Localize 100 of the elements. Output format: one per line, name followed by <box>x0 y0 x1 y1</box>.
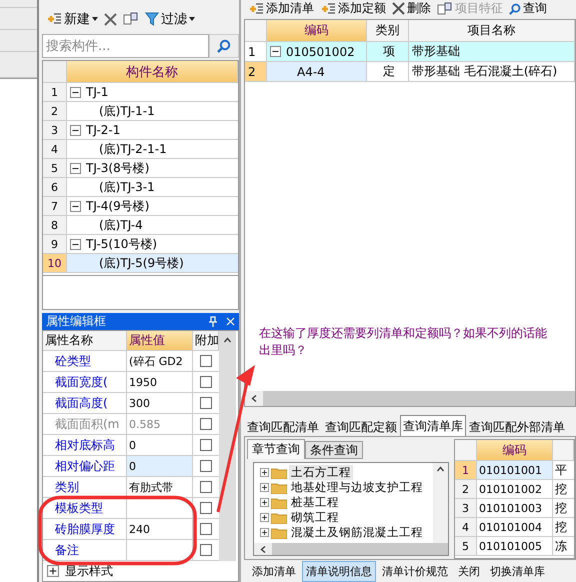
collapse-icon[interactable] <box>70 200 81 212</box>
toolbar-button[interactable]: 添加清单 <box>248 0 314 17</box>
bottom-button[interactable]: 清单计价规范 <box>378 561 452 582</box>
expand-icon[interactable] <box>260 513 269 522</box>
tree-item[interactable]: (底)TJ-2-1-1 <box>99 140 167 158</box>
scroll-up-icon[interactable] <box>437 466 444 473</box>
name-cell-text: 挖 <box>554 500 568 516</box>
close-icon[interactable] <box>226 317 235 326</box>
toolbar-button[interactable]: 删除 <box>392 0 431 17</box>
delete-icon <box>104 12 117 26</box>
row-number: 4 <box>43 140 67 158</box>
property-value[interactable] <box>127 540 193 561</box>
checkbox[interactable] <box>200 397 212 409</box>
checkbox[interactable] <box>200 502 212 514</box>
property-value[interactable]: 有肋式带 <box>127 477 193 498</box>
row-number: 3 <box>455 499 477 517</box>
column-header: 附加 <box>193 331 219 351</box>
tab[interactable]: 查询清单库 <box>400 415 466 436</box>
tab[interactable]: 查询匹配外部清单 <box>466 417 568 436</box>
filter-button[interactable]: 过滤 <box>145 10 195 28</box>
property-value[interactable]: 1950 <box>127 372 193 393</box>
bottom-button[interactable]: 切换清单库 <box>486 561 549 582</box>
copy-icon <box>123 12 139 26</box>
property-value[interactable]: (碎石 GD2 <box>127 351 193 372</box>
column-header: 项目名称 <box>409 20 575 41</box>
property-value[interactable]: 300 <box>127 393 193 414</box>
code-cell[interactable]: 010101003 <box>477 499 553 517</box>
tree-item[interactable]: (底)TJ-4 <box>99 216 143 234</box>
column-header: 编码 <box>267 20 367 41</box>
add-item-icon <box>320 2 336 16</box>
pin-icon[interactable] <box>208 316 218 327</box>
tree-item[interactable]: 土石方工程 <box>289 465 353 480</box>
checkbox[interactable] <box>200 481 212 493</box>
collapse-icon[interactable] <box>270 46 281 57</box>
tree-item[interactable]: TJ-5(10号楼) <box>86 236 158 252</box>
panel-header-bar <box>0 0 37 8</box>
search-icon <box>217 39 231 53</box>
scroll-up-icon[interactable] <box>224 337 231 344</box>
tab[interactable]: 章节查询 <box>247 439 305 459</box>
tree-item[interactable]: (底)TJ-1-1 <box>99 102 155 120</box>
scrollbar[interactable] <box>433 463 448 543</box>
code-cell[interactable]: 010101002 <box>477 480 553 498</box>
row-number: 3 <box>43 121 67 139</box>
code-cell[interactable]: 010101005 <box>477 537 553 555</box>
collapse-icon[interactable] <box>70 162 81 174</box>
collapse-icon[interactable] <box>70 124 81 136</box>
delete-button[interactable] <box>104 12 117 26</box>
property-value[interactable]: 240 <box>127 519 193 540</box>
tree-item[interactable]: TJ-4(9号楼) <box>86 198 150 214</box>
scroll-left-icon[interactable] <box>250 395 258 402</box>
expand-icon[interactable] <box>260 468 269 477</box>
checkbox[interactable] <box>200 376 212 388</box>
checkbox[interactable] <box>200 439 212 451</box>
checkbox[interactable] <box>200 544 212 556</box>
tab[interactable]: 查询匹配清单 <box>244 417 322 436</box>
expand-icon[interactable] <box>260 498 269 507</box>
tree-item[interactable]: 砌筑工程 <box>289 510 341 525</box>
search-button[interactable] <box>209 34 239 58</box>
tree-item[interactable]: (底)TJ-3-1 <box>99 178 155 196</box>
scrollbar[interactable] <box>219 331 236 561</box>
expand-icon[interactable] <box>260 483 269 492</box>
toolbar-button[interactable]: 查询 <box>509 0 547 17</box>
scrollbar[interactable] <box>254 543 448 555</box>
tree-item[interactable]: 桩基工程 <box>289 495 341 510</box>
folder-icon <box>271 482 287 494</box>
checkbox[interactable] <box>200 355 212 367</box>
checkbox[interactable] <box>200 460 212 472</box>
toolbar-button[interactable]: 添加定额 <box>320 0 386 17</box>
scroll-left-icon[interactable] <box>260 546 266 552</box>
tree-item[interactable]: TJ-1 <box>86 85 108 99</box>
tree-item[interactable]: 混凝土及钢筋混凝土工程 <box>289 525 425 540</box>
property-value[interactable]: 0 <box>127 435 193 456</box>
new-button[interactable]: 新建 <box>46 10 98 28</box>
name-cell: 带形基础 毛石混凝土(碎石) <box>409 62 575 81</box>
tree-item[interactable]: 地基处理与边坡支护工程 <box>289 480 425 495</box>
caret-icon <box>92 17 98 21</box>
column-header: 构件名称 <box>67 61 238 82</box>
code-cell[interactable]: 010101001 <box>477 461 553 479</box>
name-cell-text: 冻 <box>554 538 568 554</box>
checkbox[interactable] <box>200 523 212 535</box>
tab[interactable]: 查询匹配定额 <box>322 417 400 436</box>
row-number: 6 <box>43 178 67 196</box>
bottom-button[interactable]: 添加清单 <box>248 561 300 582</box>
bottom-button[interactable]: 关闭 <box>454 561 484 582</box>
code-cell[interactable]: 010101004 <box>477 518 553 536</box>
collapse-icon[interactable] <box>70 238 81 250</box>
tree-item[interactable]: TJ-3(8号楼) <box>86 160 150 176</box>
collapse-icon[interactable] <box>70 86 81 98</box>
tree-item[interactable]: TJ-2-1 <box>86 123 120 137</box>
bottom-button[interactable]: 清单说明信息 <box>302 561 376 582</box>
folder-icon <box>271 526 287 538</box>
property-value[interactable]: 0 <box>127 456 193 477</box>
scrollbar[interactable] <box>245 391 575 406</box>
expand-icon[interactable] <box>47 565 59 577</box>
copy-button[interactable] <box>123 12 139 26</box>
folder-icon <box>271 512 287 524</box>
tab[interactable]: 条件查询 <box>305 441 363 459</box>
row-number: 10 <box>43 254 67 272</box>
expand-icon[interactable] <box>260 528 269 537</box>
search-field[interactable]: 搜索构件... <box>42 34 209 58</box>
